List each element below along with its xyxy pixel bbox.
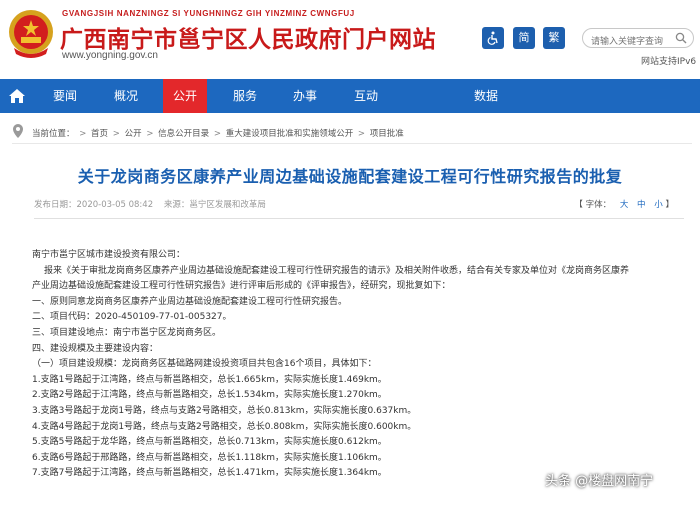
site-title[interactable]: 广西南宁市邕宁区人民政府门户网站 (60, 20, 436, 54)
nav-item-overview[interactable]: 概况 (101, 79, 151, 113)
home-icon[interactable] (8, 87, 26, 105)
breadcrumb-prefix: 当前位置： (32, 129, 75, 139)
site-header: GVANGJSIH NANZNINGZ SI YUNGHNINGZ GIH YI… (0, 0, 700, 74)
breadcrumb-separator: > (112, 129, 120, 139)
simplified-chinese-button[interactable]: 简 (513, 27, 535, 49)
breadcrumb-item-major-projects[interactable]: 重大建设项目批准和实施领域公开 (226, 129, 354, 139)
paragraph: 报来《关于审批龙岗商务区康养产业周边基础设施配套建设工程可行性研究报告的请示》及… (44, 265, 630, 276)
publish-date: 发布日期：2020-03-05 08:42 (34, 200, 154, 210)
search-icon[interactable] (675, 32, 687, 44)
breadcrumb-item-approval[interactable]: 项目批准 (370, 129, 404, 139)
breadcrumb-item-catalog[interactable]: 信息公开目录 (158, 129, 209, 139)
accessibility-button[interactable] (482, 27, 504, 49)
article-source: 来源：邕宁区发展和改革局 (163, 200, 266, 210)
wheelchair-icon (487, 31, 498, 45)
traditional-chinese-button[interactable]: 繁 (543, 27, 565, 49)
search-box (582, 28, 694, 51)
main-nav: 要闻 概况 公开 服务 办事 互动 数据 (0, 79, 700, 113)
national-emblem-icon[interactable] (6, 8, 56, 60)
breadcrumb-separator: > (213, 129, 221, 139)
font-size-small-button[interactable]: 小 (654, 200, 663, 210)
ipv6-label: 网站支持IPv6 (641, 57, 697, 67)
meta-divider (34, 218, 684, 219)
nav-item-public[interactable]: 公开 (163, 79, 207, 113)
font-size-end: 】 (665, 200, 674, 210)
paragraph: 南宁市邕宁区城市建设投资有限公司： (32, 250, 186, 260)
paragraph: 四、建设规模及主要建设内容： (32, 343, 159, 354)
paragraph: 4.支路4号路起于龙岗1号路，终点与支路2号路相交，总长0.808km，实际实施… (32, 421, 417, 432)
search-input[interactable] (591, 33, 679, 51)
article-body: 南宁市邕宁区城市建设投资有限公司： 报来《关于审批龙岗商务区康养产业周边基础设施… (32, 248, 692, 482)
font-size-label: 【 字体： (574, 200, 612, 210)
font-size-medium-button[interactable]: 中 (637, 200, 646, 210)
paragraph: 产业周边基础设施配套建设工程可行性研究报告》进行评审后形成的《评审报告》，经研究… (32, 281, 451, 292)
paragraph: 三、项目建设地点：南宁市邕宁区龙岗商务区。 (32, 327, 222, 338)
site-pinyin-title: GVANGJSIH NANZNINGZ SI YUNGHNINGZ GIH YI… (62, 9, 355, 18)
breadcrumb: 当前位置： > 首页 > 公开 > 信息公开目录 > 重大建设项目批准和实施领域… (12, 122, 692, 144)
breadcrumb-item-home[interactable]: 首页 (91, 129, 108, 139)
paragraph: 二、项目代码：2020-450109-77-01-005327。 (32, 312, 232, 323)
nav-item-news[interactable]: 要闻 (40, 79, 90, 113)
nav-item-interaction[interactable]: 互动 (341, 79, 391, 113)
paragraph: （一）项目建设规模：龙岗商务区基础路网建设投资项目共包含16个项目，具体如下： (32, 359, 377, 370)
breadcrumb-separator: > (146, 129, 154, 139)
nav-item-data[interactable]: 数据 (461, 79, 511, 113)
location-pin-icon (13, 124, 23, 138)
breadcrumb-separator: > (79, 129, 87, 139)
paragraph: 一、原则同意龙岗商务区康养产业周边基础设施配套建设工程可行性研究报告。 (32, 296, 348, 307)
breadcrumb-separator: > (357, 129, 366, 139)
watermark: 头条 @楼盘网南宁 (545, 474, 654, 489)
nav-item-service[interactable]: 服务 (220, 79, 270, 113)
paragraph: 1.支路1号路起于江湾路，终点与新邕路相交，总长1.665km，实际实施长度1.… (32, 374, 387, 385)
breadcrumb-path: 当前位置： > 首页 > 公开 > 信息公开目录 > 重大建设项目批准和实施领域… (32, 127, 404, 139)
paragraph: 2.支路2号路起于江湾路，终点与新邕路相交，总长1.534km，实际实施长度1.… (32, 390, 387, 401)
site-url: www.yongning.gov.cn (62, 50, 158, 61)
article-meta: 发布日期：2020-03-05 08:42 来源：邕宁区发展和改革局 【 字体：… (34, 198, 690, 214)
font-size-switcher: 【 字体： 大 中 小 】 (574, 198, 674, 210)
breadcrumb-item-public[interactable]: 公开 (125, 129, 142, 139)
article-title: 关于龙岗商务区康养产业周边基础设施配套建设工程可行性研究报告的批复 (77, 167, 623, 186)
paragraph: 5.支路5号路起于龙华路，终点与新邕路相交，总长0.713km，实际实施长度0.… (32, 437, 387, 448)
paragraph: 3.支路3号路起于龙岗1号路，终点与支路2号路相交，总长0.813km，实际实施… (32, 405, 417, 416)
nav-item-affairs[interactable]: 办事 (280, 79, 330, 113)
font-size-large-button[interactable]: 大 (620, 200, 629, 210)
paragraph: 6.支路6号路起于邢路路，终点与新邕路相交，总长1.118km，实际实施长度1.… (32, 452, 387, 463)
